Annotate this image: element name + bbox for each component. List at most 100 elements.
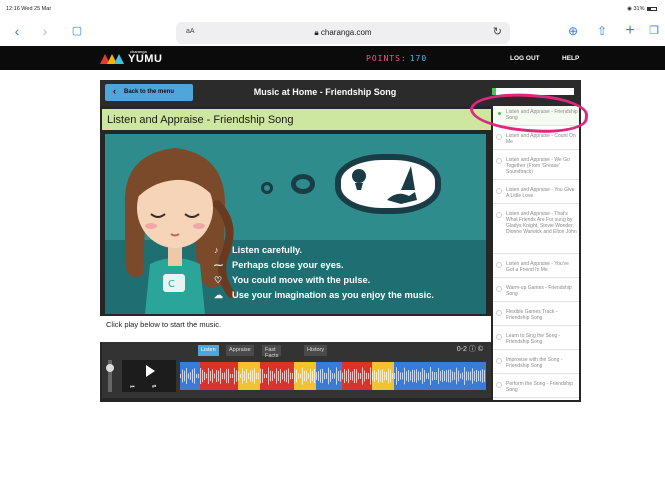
waveform-bar <box>192 369 193 383</box>
tab-history[interactable]: History <box>304 345 328 356</box>
sidebar-item[interactable]: Learn to Sing the Song - Friendship Song <box>493 330 579 350</box>
waveform-bar <box>358 372 359 380</box>
waveform-track[interactable] <box>180 362 486 390</box>
waveform-bar <box>370 367 371 385</box>
waveform-bar <box>254 368 255 384</box>
sidebar-item[interactable]: Warm-up Games - Friendship Song <box>493 282 579 302</box>
copyright-icon[interactable]: © <box>478 346 483 353</box>
sidebar-item[interactable]: Flexible Games Track - Friendship Song <box>493 306 579 326</box>
tab-listen[interactable]: Listen <box>198 345 219 356</box>
waveform-bar <box>432 371 433 381</box>
sidebar-item[interactable]: Listen and Appraise - You've Got a Frien… <box>493 258 579 278</box>
waveform-bar <box>252 370 253 382</box>
info-icon[interactable]: ⓘ <box>469 346 476 353</box>
sidebar-item-label: Listen and Appraise - You Give A Little … <box>506 187 575 199</box>
waveform-bar <box>378 369 379 383</box>
waveform-bar <box>230 373 231 379</box>
waveform-bar <box>428 372 429 380</box>
waveform-bar <box>412 369 413 383</box>
lock-icon: 🔒︎ <box>314 28 319 37</box>
waveform-bar <box>462 372 463 380</box>
waveform-bar <box>256 372 257 380</box>
waveform-bar <box>324 372 325 380</box>
yumu-logo[interactable]: charanga YUMU <box>100 49 170 67</box>
waveform-bar <box>182 369 183 383</box>
waveform-bar <box>288 368 289 384</box>
sidebar-item-label: Learn to Sing the Song - Friendship Song <box>506 333 561 345</box>
address-bar[interactable]: aA 🔒︎ charanga.com ↻ <box>176 22 510 44</box>
waveform-bar <box>262 369 263 383</box>
radio-indicator-icon <box>496 334 502 340</box>
waveform-bar <box>364 370 365 382</box>
sidebar-item[interactable]: Improvise with the Song - Friendship Son… <box>493 354 579 374</box>
reload-icon[interactable]: ↻ <box>493 25 502 38</box>
waveform-bar <box>404 367 405 385</box>
waveform-bar <box>274 373 275 379</box>
waveform-bar <box>228 368 229 384</box>
sidebar-item[interactable]: Perform the Song - Friendship Song <box>493 378 579 398</box>
back-arrow-icon[interactable]: ‹ <box>10 21 24 41</box>
radio-indicator-icon <box>496 286 502 292</box>
logout-link[interactable]: LOG OUT <box>510 55 540 62</box>
waveform-bar <box>312 370 313 382</box>
forward-arrow-icon[interactable]: › <box>38 21 52 41</box>
waveform-bar <box>190 372 191 380</box>
waveform-bar <box>188 373 189 379</box>
waveform-bar <box>302 367 303 385</box>
sidebar-item-label: Warm-up Games - Friendship Song <box>506 285 572 297</box>
waveform-bar <box>214 373 215 379</box>
loop-icon[interactable]: ⇄ <box>152 384 156 390</box>
volume-knob[interactable] <box>106 364 114 372</box>
thought-puff-medium <box>291 174 315 194</box>
waveform-bar <box>424 370 425 382</box>
play-button[interactable] <box>146 365 155 377</box>
instruction-text: Perhaps close your eyes. <box>232 260 344 270</box>
sidebar-item-label: Flexible Games Track - Friendship Song <box>506 309 558 321</box>
waveform-bar <box>456 367 457 385</box>
sidebar-toggle-icon[interactable]: ▢ <box>68 21 86 41</box>
help-link[interactable]: HELP <box>562 55 579 62</box>
chevron-left-icon: ‹ <box>113 86 116 96</box>
play-caption: Click play below to start the music. <box>106 320 222 329</box>
tool-label[interactable]: 0-2 <box>457 346 467 353</box>
waveform-bar <box>342 372 343 380</box>
waveform-bar <box>372 371 373 381</box>
waveform-bar <box>212 369 213 383</box>
download-icon[interactable]: ⊕ <box>565 21 581 41</box>
volume-slider[interactable] <box>106 360 114 392</box>
sidebar-item-label: Improvise with the Song - Friendship Son… <box>506 357 563 369</box>
waveform-bar <box>434 372 435 380</box>
tab-appraise[interactable]: Appraise <box>226 345 254 356</box>
tab-fast-facts[interactable]: Fast Facts <box>262 345 282 359</box>
waveform-bar <box>222 372 223 380</box>
waveform-bar <box>340 370 341 382</box>
waveform-bar <box>414 370 415 382</box>
waveform-bar <box>264 373 265 379</box>
skip-back-icon[interactable]: ⏮ <box>130 384 135 390</box>
wifi-icon: ◉ <box>627 6 632 12</box>
share-icon[interactable]: ⇧ <box>594 21 610 41</box>
waveform-bar <box>448 369 449 383</box>
waveform-bar <box>476 369 477 383</box>
waveform-bar <box>260 368 261 384</box>
sidebar-item[interactable]: Listen and Appraise - You Give A Little … <box>493 184 579 204</box>
waveform-bar <box>238 371 239 381</box>
new-tab-icon[interactable]: + <box>622 21 638 41</box>
sidebar-item[interactable]: Listen and Appraise - That's What Friend… <box>493 208 579 254</box>
waveform-bar <box>306 370 307 382</box>
instruction-list: ♪ Listen carefully. ⁓ Perhaps close your e… <box>212 245 482 305</box>
waveform-bar <box>194 368 195 384</box>
logo-mark <box>114 54 124 64</box>
waveform-bar <box>250 370 251 382</box>
sidebar-item[interactable]: Listen and Appraise - Count On Me <box>493 130 579 150</box>
sidebar-item-label: Perform the Song - Friendship Song <box>506 381 573 393</box>
waveform-bar <box>480 370 481 382</box>
activity-title: Listen and Appraise - Friendship Song <box>107 114 294 126</box>
radio-indicator-icon <box>496 262 502 268</box>
sidebar-item[interactable]: Listen and Appraise - We Go Together (Fr… <box>493 154 579 180</box>
waveform-bar <box>464 367 465 385</box>
waveform-bar <box>248 373 249 379</box>
back-to-menu-button[interactable]: ‹ Back to the menu <box>105 84 193 101</box>
tabs-overview-icon[interactable]: ❐ <box>646 21 662 41</box>
waveform-bar <box>246 369 247 383</box>
